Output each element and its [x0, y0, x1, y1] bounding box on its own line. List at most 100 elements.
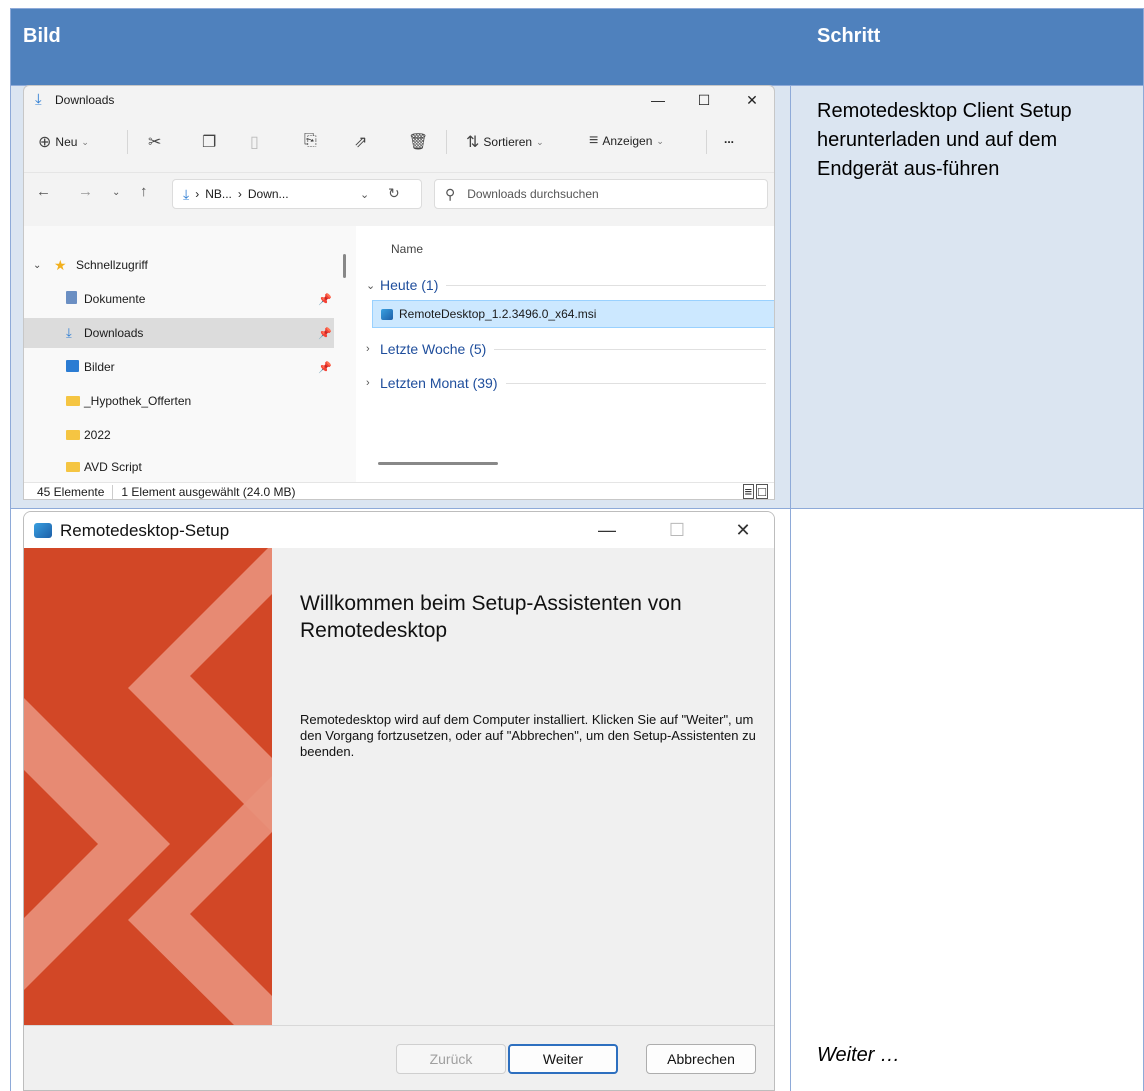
- paste-button[interactable]: ▯: [250, 132, 259, 152]
- search-input[interactable]: ⚲ Downloads durchsuchen: [434, 179, 768, 209]
- back-button[interactable]: Zurück: [396, 1044, 506, 1074]
- nav-item-hypothek-offerten[interactable]: _Hypothek_Offerten: [24, 386, 334, 416]
- nav-label: _Hypothek_Offerten: [84, 394, 192, 408]
- header-schritt: Schritt: [817, 25, 881, 47]
- explorer-titlebar: ⤓ Downloads — ☐ ✕: [24, 86, 774, 114]
- nav-item-avd-script[interactable]: AVD Script: [24, 452, 334, 482]
- file-row-selected[interactable]: RemoteDesktop_1.2.3496.0_x64.msi: [372, 300, 774, 328]
- view-button[interactable]: ≡ Anzeigen ⌄: [589, 132, 664, 150]
- more-button[interactable]: ...: [724, 132, 734, 146]
- explorer-window: ⤓ Downloads — ☐ ✕ ⊕ Neu ⌄ ✂ ❐ ▯ ⎘ ⇗ 🗑 ⇅ …: [23, 85, 775, 500]
- welcome-heading: Willkommen beim Setup-Assistenten von Re…: [300, 592, 682, 642]
- copy-button[interactable]: ❐: [202, 132, 216, 152]
- chevron-down-icon: ⌄: [536, 136, 544, 147]
- pin-icon: 📌: [318, 361, 332, 374]
- view-toggle: ≡ □: [742, 484, 768, 499]
- scissors-icon: ✂: [148, 134, 162, 151]
- nav-item-quick-access[interactable]: ⌄ ★ Schnellzugriff: [24, 250, 334, 280]
- address-history-chevron-icon[interactable]: ⌄: [360, 188, 369, 201]
- recent-chevron-icon[interactable]: ⌄: [112, 187, 120, 198]
- group-label: Letzten Monat (39): [380, 375, 498, 391]
- group-heute[interactable]: ⌄ Heute (1): [366, 274, 766, 296]
- breadcrumb-separator: ›: [237, 187, 242, 201]
- nav-item-2022[interactable]: 2022: [24, 420, 334, 450]
- close-button[interactable]: ✕: [732, 88, 772, 112]
- navigation-pane: ⌄ ★ Schnellzugriff Dokumente 📌 ⤓ Downloa…: [24, 226, 356, 482]
- new-button[interactable]: ⊕ Neu ⌄: [38, 132, 89, 152]
- share-button[interactable]: ⇗: [354, 132, 367, 152]
- nav-item-dokumente[interactable]: Dokumente 📌: [24, 284, 334, 314]
- group-letzten-monat[interactable]: › Letzten Monat (39): [366, 372, 766, 394]
- refresh-icon[interactable]: ↻: [388, 185, 400, 202]
- horizontal-scrollbar[interactable]: [378, 462, 498, 465]
- column-divider: [790, 85, 791, 1091]
- tiles-view-icon[interactable]: □: [756, 484, 768, 499]
- next-button[interactable]: Weiter: [508, 1044, 618, 1074]
- step-1-text: Remotedesktop Client Setup herunterladen…: [817, 100, 1072, 180]
- file-name: RemoteDesktop_1.2.3496.0_x64.msi: [399, 307, 597, 321]
- minimize-button[interactable]: —: [638, 88, 678, 112]
- close-button[interactable]: ✕: [720, 518, 766, 542]
- step-2-text: Weiter …: [817, 1044, 900, 1066]
- minimize-button[interactable]: —: [584, 518, 630, 542]
- sort-label: Sortieren: [483, 135, 533, 149]
- file-list-pane: Name ⌄ Heute (1) RemoteDesktop_1.2.3496.…: [356, 226, 774, 482]
- nav-label: Downloads: [84, 326, 144, 340]
- nav-label: AVD Script: [84, 460, 142, 474]
- group-label: Letzte Woche (5): [380, 341, 487, 357]
- pin-icon: 📌: [318, 293, 332, 306]
- chevron-down-icon: ⌄: [366, 279, 376, 292]
- pin-icon: 📌: [318, 327, 332, 340]
- plus-circle-icon: ⊕: [38, 134, 52, 151]
- view-label: Anzeigen: [602, 134, 653, 148]
- download-icon: ⤓: [66, 325, 72, 340]
- cut-button[interactable]: ✂: [148, 132, 161, 152]
- breadcrumb-separator: ›: [195, 187, 200, 201]
- explorer-body: ⌄ ★ Schnellzugriff Dokumente 📌 ⤓ Downloa…: [24, 226, 774, 482]
- chevron-right-icon: ›: [366, 377, 370, 389]
- group-letzte-woche[interactable]: › Letzte Woche (5): [366, 338, 766, 360]
- cancel-button[interactable]: Abbrechen: [646, 1044, 756, 1074]
- delete-button[interactable]: 🗑: [408, 132, 428, 152]
- toolbar-divider: [127, 130, 128, 154]
- folder-icon: [66, 428, 80, 443]
- explorer-title: Downloads: [55, 93, 115, 107]
- copy-icon: ❐: [202, 134, 217, 151]
- remote-desktop-chevrons-logo: [24, 548, 272, 1025]
- nav-scrollbar[interactable]: [343, 254, 346, 278]
- setup-footer: Zurück Weiter Abbrechen: [24, 1025, 774, 1090]
- group-divider: [446, 284, 766, 286]
- download-icon: ⤓: [183, 185, 190, 202]
- details-view-icon[interactable]: ≡: [742, 484, 755, 499]
- nav-item-downloads[interactable]: ⤓ Downloads 📌: [24, 318, 334, 348]
- back-arrow-icon[interactable]: ←: [36, 183, 51, 200]
- header-bild: Bild: [23, 25, 61, 47]
- maximize-button[interactable]: ☐: [684, 88, 724, 112]
- item-count: 45 Elemente: [37, 485, 105, 499]
- view-lines-icon: ≡: [589, 132, 599, 149]
- breadcrumb-root[interactable]: NB...: [205, 187, 232, 201]
- folder-icon: [66, 460, 80, 475]
- column-header-name[interactable]: Name: [391, 242, 423, 256]
- rename-button[interactable]: ⎘: [304, 132, 317, 150]
- setup-title: Remotedesktop-Setup: [60, 521, 230, 540]
- address-field[interactable]: ⤓ › NB... › Down...: [172, 179, 422, 209]
- nav-label: Dokumente: [84, 292, 146, 306]
- explorer-toolbar: ⊕ Neu ⌄ ✂ ❐ ▯ ⎘ ⇗ 🗑 ⇅ Sortieren ⌄ ≡ Anze…: [24, 122, 774, 162]
- folder-icon: [66, 394, 80, 409]
- sort-button[interactable]: ⇅ Sortieren ⌄: [466, 132, 544, 152]
- nav-label: Bilder: [84, 360, 115, 374]
- status-divider: [112, 485, 114, 499]
- toolbar-divider: [446, 130, 447, 154]
- breadcrumb-current[interactable]: Down...: [248, 187, 289, 201]
- star-icon: ★: [54, 256, 67, 273]
- chevron-down-icon: ⌄: [656, 135, 664, 146]
- selection-info: 1 Element ausgewählt (24.0 MB): [121, 485, 296, 499]
- search-icon: ⚲: [445, 185, 456, 202]
- nav-item-bilder[interactable]: Bilder 📌: [24, 352, 334, 382]
- paste-icon: ▯: [250, 134, 259, 151]
- forward-arrow-icon[interactable]: →: [78, 183, 93, 200]
- up-arrow-icon[interactable]: ↑: [140, 183, 148, 200]
- chevron-down-icon: ⌄: [33, 259, 42, 271]
- installer-icon: [381, 308, 393, 320]
